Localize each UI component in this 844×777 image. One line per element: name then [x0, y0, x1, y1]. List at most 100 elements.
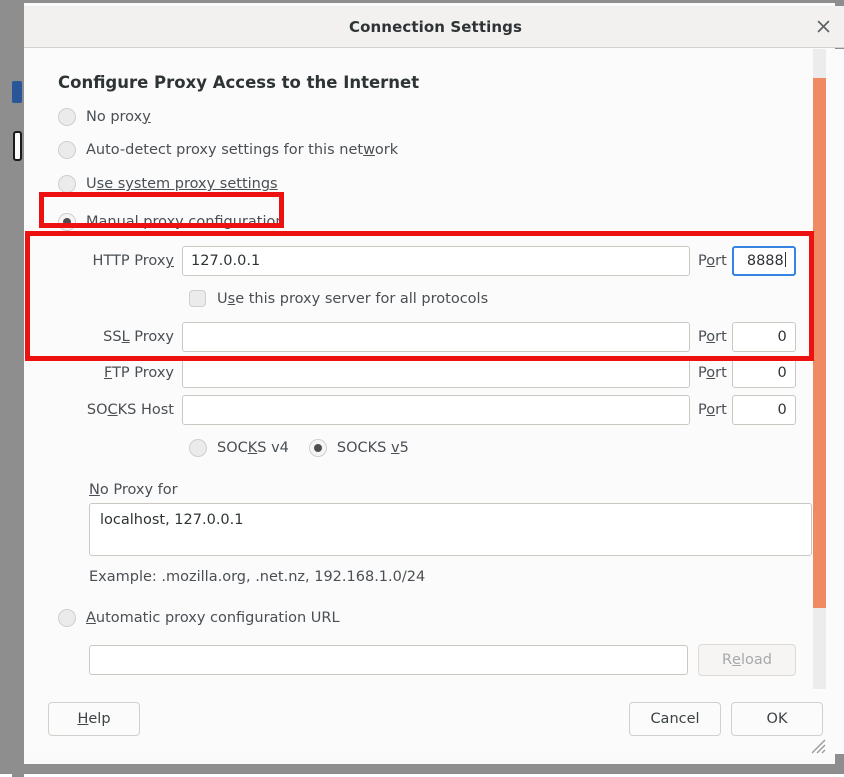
- radio-label-no-proxy: No proxy: [86, 109, 151, 125]
- accel-char: e: [732, 652, 741, 668]
- radio-auto-config-url[interactable]: [58, 608, 76, 627]
- dialog-scroll-area: Configure Proxy Access to the Internet N…: [24, 49, 844, 702]
- accel-char: v: [390, 439, 400, 456]
- label-text-tail: rt: [715, 253, 727, 269]
- radio-label-socks-v5: SOCKS v5: [337, 440, 409, 456]
- close-icon[interactable]: [809, 13, 837, 41]
- radio-label-socks-v4: SOCKS v4: [217, 440, 289, 456]
- accel-char: o: [706, 329, 716, 345]
- http-proxy-input[interactable]: 127.0.0.1: [182, 246, 690, 276]
- http-port-value: 8888: [746, 253, 784, 269]
- ssl-port-input[interactable]: 0: [731, 322, 796, 352]
- ftp-port-label: Port: [698, 365, 727, 381]
- resize-grip-icon[interactable]: [808, 736, 826, 754]
- field-row-socks-host: SOCKS Host Port 0: [58, 395, 796, 425]
- field-row-http-proxy: HTTP Proxy 127.0.0.1 Port 8888: [58, 246, 796, 276]
- label-text: SS: [103, 329, 122, 345]
- label-text: HTTP Prox: [92, 253, 166, 269]
- settings-content: Configure Proxy Access to the Internet N…: [24, 49, 824, 702]
- radio-system-proxy[interactable]: [58, 175, 76, 193]
- checkbox-row-all-protocols[interactable]: Use this proxy server for all protocols: [189, 282, 796, 315]
- radio-manual-proxy[interactable]: [58, 213, 76, 231]
- label-text: SOCKS: [336, 439, 391, 456]
- no-proxy-value: localhost, 127.0.0.1: [100, 512, 244, 528]
- radio-row-manual-proxy[interactable]: Manual proxy configuration: [58, 205, 796, 239]
- accel-char: C: [107, 402, 118, 418]
- text-caret: [784, 252, 786, 267]
- accel-char: K: [247, 439, 258, 456]
- radio-row-no-proxy[interactable]: No proxy: [58, 100, 796, 133]
- label-text-tail: e system proxy settings: [104, 176, 278, 192]
- no-proxy-label: No Proxy for: [89, 482, 796, 498]
- label-text-tail: o Proxy for: [99, 482, 178, 498]
- label-text-tail: rt: [715, 402, 727, 418]
- section-heading: Configure Proxy Access to the Internet: [58, 73, 420, 92]
- accel-char: w: [363, 141, 375, 158]
- cancel-button[interactable]: Cancel: [629, 701, 721, 736]
- radio-auto-detect[interactable]: [58, 140, 76, 159]
- label-text: SO: [86, 402, 108, 418]
- help-button[interactable]: Help: [48, 701, 140, 736]
- accel-char: N: [89, 482, 100, 498]
- accel-char: o: [706, 253, 716, 269]
- label-text: R: [721, 652, 733, 668]
- label-text-tail: utomatic proxy configuration URL: [95, 609, 340, 626]
- accel-char: H: [77, 710, 89, 727]
- label-text-tail: elp: [88, 710, 111, 727]
- radio-row-system-proxy[interactable]: Use system proxy settings: [58, 166, 796, 202]
- socks-host-input[interactable]: [182, 395, 690, 425]
- accel-char: L: [121, 329, 130, 345]
- radio-row-auto-config-url[interactable]: Automatic proxy configuration URL: [58, 601, 796, 634]
- checkbox-all-protocols[interactable]: [189, 290, 206, 307]
- background-app-fragment-2: [13, 131, 22, 161]
- ssl-port-label: Port: [698, 329, 727, 345]
- ftp-port-value: 0: [777, 365, 787, 381]
- socks-port-value: 0: [777, 402, 787, 418]
- accel-char: F: [103, 365, 113, 381]
- accel-char: A: [86, 609, 96, 626]
- http-proxy-value: 127.0.0.1: [191, 253, 261, 269]
- label-text: P: [698, 365, 707, 381]
- accel-char: o: [706, 402, 716, 418]
- no-proxy-textarea[interactable]: localhost, 127.0.0.1: [89, 503, 812, 556]
- socks-version-group: SOCKS v4 SOCKS v5: [189, 431, 796, 464]
- accel-char: M: [86, 214, 99, 230]
- label-text-tail: TP Proxy: [112, 365, 174, 381]
- checkbox-label-all-protocols: Use this proxy server for all protocols: [217, 291, 488, 307]
- radio-socks-v4[interactable]: [189, 438, 207, 457]
- socks-port-label: Port: [698, 402, 727, 418]
- label-text: P: [698, 402, 707, 418]
- radio-no-proxy[interactable]: [58, 107, 76, 126]
- field-row-ssl-proxy: SSL Proxy Port 0: [58, 322, 796, 352]
- http-port-label: Port: [698, 253, 727, 269]
- ftp-port-input[interactable]: 0: [731, 358, 796, 388]
- ssl-proxy-label: SSL Proxy: [58, 329, 174, 345]
- pac-url-input[interactable]: [89, 645, 688, 675]
- radio-label-auto-detect: Auto-detect proxy settings for this netw…: [86, 142, 398, 158]
- label-text: U: [86, 176, 97, 192]
- no-proxy-example-text: Example: .mozilla.org, .net.nz, 192.168.…: [89, 569, 426, 585]
- pac-url-row: Re load: [89, 644, 796, 676]
- socks-port-input[interactable]: 0: [731, 395, 796, 425]
- label-text-tail: KS Host: [117, 402, 174, 418]
- radio-label-manual-proxy: Manual proxy configuration: [86, 214, 285, 230]
- dialog-footer: Help Cancel OK: [24, 689, 844, 754]
- ssl-proxy-input[interactable]: [182, 322, 690, 352]
- http-port-input[interactable]: 8888: [731, 246, 796, 276]
- dialog-window: Connection Settings Configure Proxy Acce…: [0, 0, 844, 777]
- label-text: Auto-detect proxy settings for this net: [86, 141, 364, 158]
- radio-socks-v5[interactable]: [308, 438, 327, 457]
- label-text-tail: rt: [715, 365, 727, 381]
- label-text-tail: ork: [374, 141, 399, 158]
- reload-button[interactable]: Re load: [697, 644, 796, 676]
- accel-char: y: [165, 253, 174, 269]
- label-text-tail: 5: [399, 439, 409, 456]
- label-text: P: [698, 253, 707, 269]
- ok-button[interactable]: OK: [731, 701, 823, 736]
- label-text-tail: Proxy: [129, 329, 174, 345]
- ftp-proxy-input[interactable]: [182, 358, 690, 388]
- radio-row-auto-detect[interactable]: Auto-detect proxy settings for this netw…: [58, 133, 796, 166]
- label-text: No prox: [86, 108, 143, 125]
- vertical-scrollbar-thumb[interactable]: [813, 78, 826, 608]
- label-text-tail: load: [740, 652, 772, 668]
